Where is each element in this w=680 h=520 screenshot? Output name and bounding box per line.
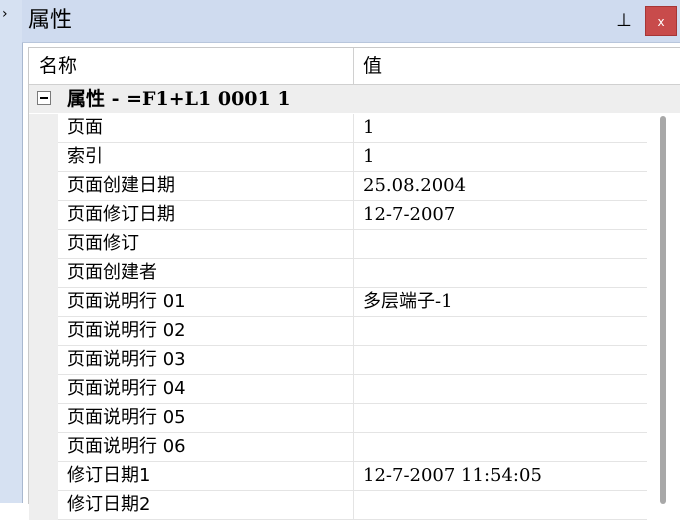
property-group[interactable]: 属性 - =F1+L1 0001 1 <box>29 85 680 113</box>
cell-divider <box>353 259 354 288</box>
row-gutter <box>29 201 58 230</box>
left-dock-strip: › <box>0 0 23 503</box>
property-name: 修订日期2 <box>67 494 151 515</box>
property-grid: 名称 值 属性 - =F1+L1 0001 1 页面 1 索引 1 页面创建日期 25.0… <box>28 47 680 520</box>
vertical-scrollbar[interactable] <box>647 114 680 504</box>
property-row[interactable]: 页面说明行 05 <box>29 404 647 433</box>
property-name: 页面修订日期 <box>67 204 175 225</box>
property-value[interactable]: 多层端子-1 <box>363 288 453 316</box>
close-button[interactable]: x <box>645 6 677 36</box>
property-name: 页面说明行 02 <box>67 320 186 341</box>
cell-divider <box>353 201 354 230</box>
property-row[interactable]: 修订日期1 12-7-2007 11:54:05 <box>29 462 647 491</box>
property-value[interactable]: 12-7-2007 11:54:05 <box>363 462 542 490</box>
cell-divider <box>353 433 354 462</box>
cell-divider <box>353 346 354 375</box>
pin-icon[interactable]: ⊥ <box>614 10 634 32</box>
row-gutter <box>29 404 58 433</box>
property-name: 页面创建日期 <box>67 175 175 196</box>
property-row[interactable]: 页面说明行 01 多层端子-1 <box>29 288 647 317</box>
scrollbar-thumb[interactable] <box>660 116 666 504</box>
header-value[interactable]: 值 <box>363 52 382 80</box>
property-row[interactable]: 修订日期2 <box>29 491 647 520</box>
property-value[interactable]: 25.08.2004 <box>363 172 466 200</box>
property-row[interactable]: 页面说明行 03 <box>29 346 647 375</box>
property-name: 页面修订 <box>67 233 139 254</box>
row-gutter <box>29 259 58 288</box>
property-name: 页面说明行 06 <box>67 436 186 457</box>
cell-divider <box>353 114 354 143</box>
property-name: 页面说明行 05 <box>67 407 186 428</box>
cell-divider <box>353 317 354 346</box>
row-gutter <box>29 143 58 172</box>
row-gutter <box>29 433 58 462</box>
row-gutter <box>29 172 58 201</box>
property-row[interactable]: 页面说明行 02 <box>29 317 647 346</box>
cell-divider <box>353 491 354 520</box>
property-row[interactable]: 页面修订日期 12-7-2007 <box>29 201 647 230</box>
column-divider[interactable] <box>353 48 354 84</box>
cell-divider <box>353 462 354 491</box>
row-gutter <box>29 317 58 346</box>
header-name[interactable]: 名称 <box>39 52 77 80</box>
property-name: 页面创建者 <box>67 262 157 283</box>
panel-titlebar: 属性 ⊥ x <box>22 0 680 43</box>
row-gutter <box>29 462 58 491</box>
property-name: 索引 <box>67 146 103 167</box>
property-value[interactable]: 12-7-2007 <box>363 201 455 229</box>
property-row[interactable]: 页面说明行 06 <box>29 433 647 462</box>
collapse-icon[interactable] <box>37 91 51 105</box>
property-value[interactable]: 1 <box>363 114 374 142</box>
grid-header: 名称 值 <box>29 48 680 85</box>
property-row[interactable]: 页面创建者 <box>29 259 647 288</box>
row-gutter <box>29 288 58 317</box>
cell-divider <box>353 404 354 433</box>
property-name: 页面说明行 04 <box>67 378 186 399</box>
row-gutter <box>29 114 58 143</box>
row-gutter <box>29 230 58 259</box>
property-name: 页面说明行 03 <box>67 349 186 370</box>
property-row[interactable]: 页面创建日期 25.08.2004 <box>29 172 647 201</box>
property-row[interactable]: 索引 1 <box>29 143 647 172</box>
cell-divider <box>353 288 354 317</box>
property-name: 修订日期1 <box>67 465 151 486</box>
group-title: 属性 - =F1+L1 0001 1 <box>67 88 291 110</box>
cell-divider <box>353 172 354 201</box>
cell-divider <box>353 230 354 259</box>
row-gutter <box>29 491 58 520</box>
property-rows: 页面 1 索引 1 页面创建日期 25.08.2004 页面修订日期 12-7-2007 页面修… <box>29 114 647 520</box>
row-gutter <box>29 346 58 375</box>
property-value[interactable]: 1 <box>363 143 374 171</box>
row-gutter <box>29 375 58 404</box>
panel-title: 属性 <box>28 8 73 33</box>
expand-arrow-icon[interactable]: › <box>2 6 18 22</box>
cell-divider <box>353 375 354 404</box>
property-row[interactable]: 页面说明行 04 <box>29 375 647 404</box>
property-row[interactable]: 页面 1 <box>29 114 647 143</box>
property-row[interactable]: 页面修订 <box>29 230 647 259</box>
cell-divider <box>353 143 354 172</box>
property-name: 页面说明行 01 <box>67 291 186 312</box>
property-name: 页面 <box>67 117 103 138</box>
